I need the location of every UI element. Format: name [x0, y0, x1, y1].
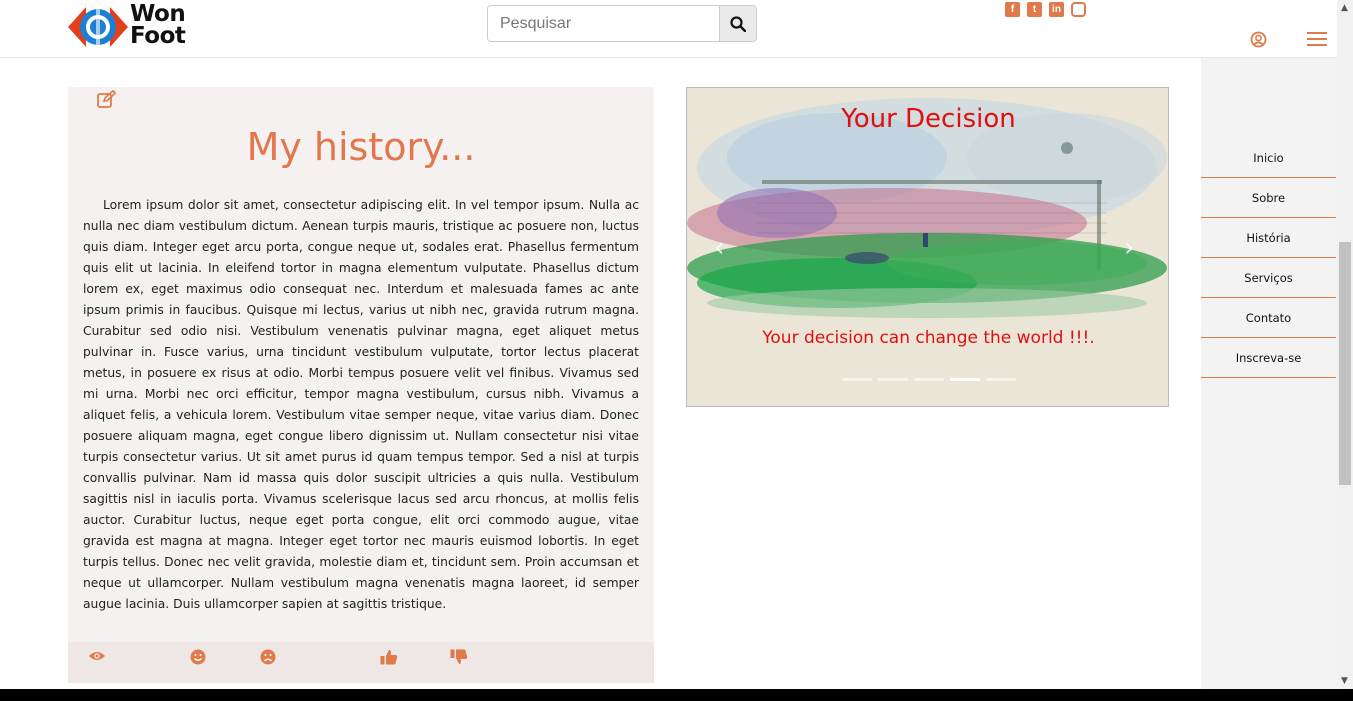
hamburger-menu-icon[interactable]: [1307, 31, 1327, 47]
window-bottom-edge: [0, 689, 1353, 701]
scrollbar-thumb[interactable]: [1339, 242, 1351, 485]
brand-logo-text: Won Foot: [130, 1, 186, 49]
scroll-up-arrow-icon[interactable]: ▲: [1341, 3, 1348, 13]
sidebar-item-inscreva-se[interactable]: Inscreva-se: [1201, 338, 1336, 378]
user-account-icon[interactable]: [1250, 31, 1267, 48]
search-button[interactable]: [719, 6, 756, 41]
side-navigation: Inicio Sobre História Serviços Contato I…: [1201, 58, 1337, 689]
search-input[interactable]: [488, 6, 719, 41]
instagram-icon[interactable]: [1071, 2, 1086, 17]
sidebar-item-historia[interactable]: História: [1201, 218, 1336, 258]
edit-icon[interactable]: [97, 90, 117, 108]
carousel-indicator-active[interactable]: [950, 378, 980, 381]
logo-emblem-icon: [68, 7, 128, 47]
sidebar-item-contato[interactable]: Contato: [1201, 298, 1336, 338]
image-carousel: Your Decision Your decision can change t…: [686, 87, 1169, 407]
carousel-title: Your Decision: [841, 104, 1016, 134]
carousel-next-button[interactable]: ›: [1124, 233, 1134, 263]
article-reactions-bar: [68, 642, 654, 683]
frown-icon[interactable]: [260, 649, 276, 665]
carousel-caption: Your decision can change the world !!!.: [762, 328, 1095, 348]
history-article-card: My history... Lorem ipsum dolor sit amet…: [68, 87, 654, 683]
carousel-indicator[interactable]: [914, 378, 944, 381]
sidebar-item-sobre[interactable]: Sobre: [1201, 178, 1336, 218]
eye-icon[interactable]: [88, 649, 106, 663]
thumbs-down-icon[interactable]: [450, 649, 468, 665]
search-bar: [487, 5, 757, 42]
sidebar-item-servicos[interactable]: Serviços: [1201, 258, 1336, 298]
top-header: Won Foot f t in: [0, 0, 1337, 58]
thumbs-up-icon[interactable]: [380, 649, 398, 665]
carousel-prev-button[interactable]: ‹: [714, 233, 724, 263]
article-title: My history...: [246, 125, 476, 169]
facebook-icon[interactable]: f: [1005, 2, 1020, 17]
football-goal-watercolor-image: [687, 88, 1168, 406]
carousel-indicator[interactable]: [878, 378, 908, 381]
carousel-indicator[interactable]: [842, 378, 872, 381]
linkedin-icon[interactable]: in: [1049, 2, 1064, 17]
brand-logo-line-2: Foot: [130, 23, 186, 49]
search-icon: [730, 15, 746, 32]
article-body: Lorem ipsum dolor sit amet, consectetur …: [83, 198, 639, 611]
scroll-down-arrow-icon[interactable]: ▼: [1341, 676, 1348, 686]
twitter-icon[interactable]: t: [1027, 2, 1042, 17]
social-links: f t in: [1005, 2, 1086, 17]
carousel-indicator[interactable]: [986, 378, 1016, 381]
page-scrollbar[interactable]: ▲ ▼: [1337, 0, 1353, 689]
sidebar-item-inicio[interactable]: Inicio: [1201, 138, 1336, 178]
carousel-indicators: [842, 378, 1016, 381]
smile-icon[interactable]: [190, 649, 206, 665]
brand-logo-line-1: Won: [130, 1, 186, 27]
